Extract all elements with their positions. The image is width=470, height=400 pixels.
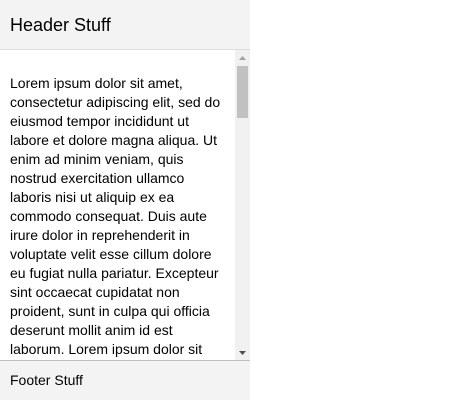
header-title: Header Stuff [10, 15, 111, 35]
vertical-scrollbar[interactable] [235, 50, 250, 360]
scroll-down-arrow-icon[interactable] [235, 345, 250, 360]
body-text: Lorem ipsum dolor sit amet, consectetur … [10, 75, 221, 357]
footer: Footer Stuff [0, 360, 250, 400]
scrollbar-thumb[interactable] [237, 66, 248, 118]
panel: Header Stuff Lorem ipsum dolor sit amet,… [0, 0, 250, 400]
footer-title: Footer Stuff [10, 372, 83, 388]
scroll-up-arrow-icon[interactable] [235, 50, 250, 65]
scrollable-content[interactable]: Lorem ipsum dolor sit amet, consectetur … [0, 50, 250, 360]
header: Header Stuff [0, 0, 250, 50]
